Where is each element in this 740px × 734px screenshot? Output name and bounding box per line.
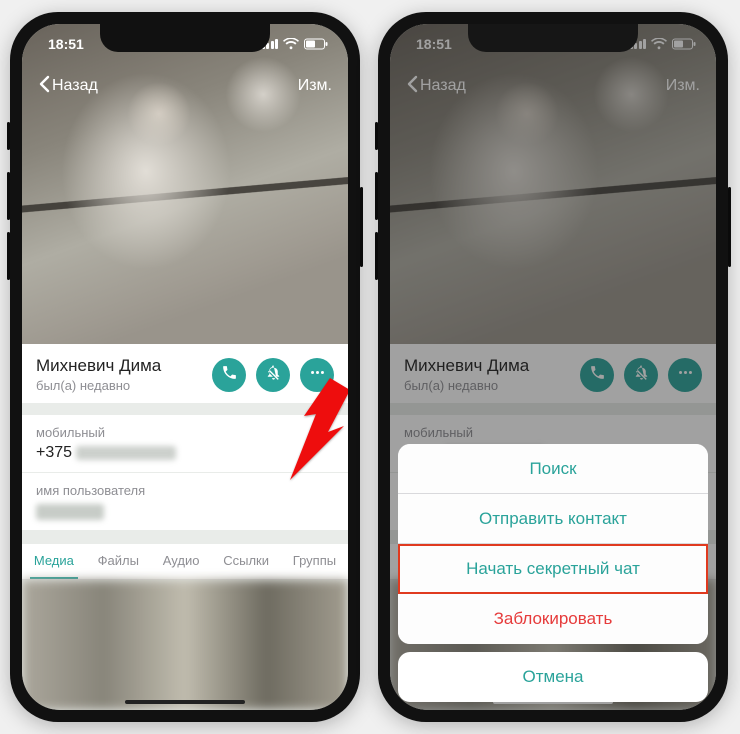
mute-switch [375,122,378,150]
phone-icon [221,364,238,386]
status-time: 18:51 [48,36,84,52]
tab-links[interactable]: Ссылки [219,544,273,579]
phone-section[interactable]: мобильный +375 [22,415,348,472]
volume-up [7,172,10,220]
tab-groups[interactable]: Группы [289,544,340,579]
power-button [728,187,731,267]
volume-up [375,172,378,220]
sheet-item-send-contact[interactable]: Отправить контакт [398,494,708,544]
back-label: Назад [52,77,98,95]
contact-info-row: Михневич Дима был(а) недавно [22,344,348,403]
screen-right: 18:51 Назад Изм. [390,24,716,710]
back-button[interactable]: Назад [38,75,98,98]
nav-bar: Назад Изм. [22,68,348,104]
contact-photo: Назад Изм. [22,24,348,344]
sheet-cancel-button[interactable]: Отмена [398,652,708,702]
bell-slash-icon [265,364,282,386]
username-label: имя пользователя [36,483,334,498]
sheet-item-search[interactable]: Поиск [398,444,708,494]
media-grid[interactable] [22,580,348,710]
mute-switch [7,122,10,150]
notch [100,24,270,52]
phone-value: +375 [36,444,334,462]
tab-files[interactable]: Файлы [94,544,143,579]
home-indicator[interactable] [125,700,245,704]
redacted-username [36,504,104,520]
contact-status: был(а) недавно [36,378,161,393]
mute-button[interactable] [256,358,290,392]
username-section[interactable]: имя пользователя [22,473,348,530]
volume-down [375,232,378,280]
call-button[interactable] [212,358,246,392]
media-tabs: Медиа Файлы Аудио Ссылки Группы [22,544,348,580]
sheet-item-block[interactable]: Заблокировать [398,594,708,644]
tab-audio[interactable]: Аудио [159,544,204,579]
phone-label: мобильный [36,425,334,440]
contact-name: Михневич Дима [36,356,161,376]
sheet-item-secret-chat[interactable]: Начать секретный чат [398,544,708,594]
action-sheet-group: Поиск Отправить контакт Начать секретный… [398,444,708,644]
edit-button[interactable]: Изм. [298,77,332,95]
action-sheet: Поиск Отправить контакт Начать секретный… [398,444,708,702]
phone-frame-right: 18:51 Назад Изм. [378,12,728,722]
screen-left: 18:51 Назад Изм. [22,24,348,710]
tab-media[interactable]: Медиа [30,544,78,579]
chevron-left-icon [38,75,50,98]
volume-down [7,232,10,280]
redacted-phone [76,446,176,460]
phone-frame-left: 18:51 Назад Изм. [10,12,360,722]
wifi-icon [283,38,299,50]
battery-icon [304,38,328,50]
dots-horizontal-icon [309,364,326,386]
power-button [360,187,363,267]
more-button[interactable] [300,358,334,392]
